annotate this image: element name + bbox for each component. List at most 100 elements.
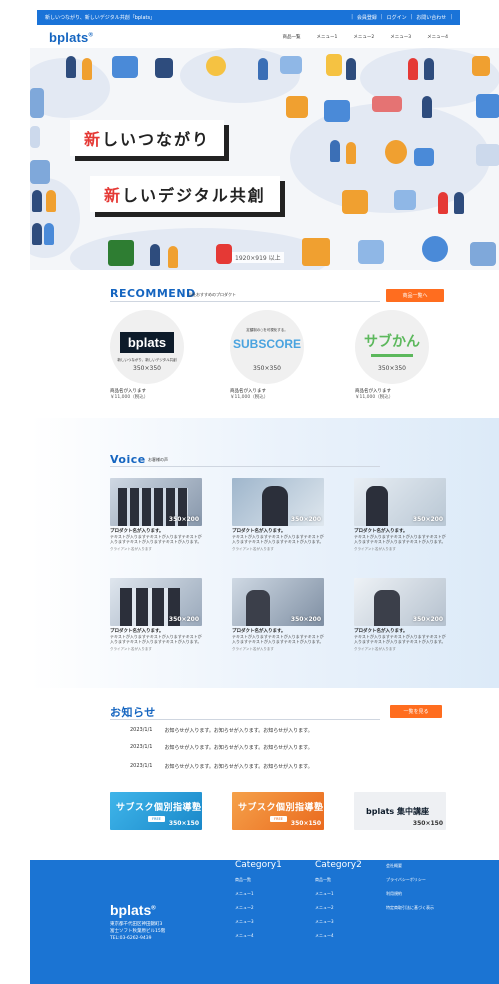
nav-menu: 商品一覧 メニュー1 メニュー2 メニュー3 メニュー4 — [283, 34, 449, 40]
footer-link-tokushoho[interactable]: 特定商取引法に基づく表示 — [386, 906, 434, 910]
top-bar-tagline: 新しいつながり、新しいデジタル共創「bplats」 — [45, 15, 156, 21]
footer-link[interactable]: メニュー3 — [315, 920, 334, 924]
footer-link[interactable]: メニュー1 — [315, 892, 334, 896]
top-bar-links: | 会員登録 | ログイン | お問い合わせ | — [351, 14, 452, 21]
voice-card[interactable]: 350×200 プロダクト名が入ります。 テキストが入りますテキストが入りますテ… — [354, 578, 446, 652]
chart-illustration — [476, 144, 499, 166]
businessman-image — [262, 486, 288, 526]
footer-link-company[interactable]: 会社概要 — [386, 864, 434, 868]
footer-link[interactable]: メニュー2 — [235, 906, 254, 910]
person-illustration — [155, 58, 173, 78]
news-list-button[interactable]: 一覧を見る — [390, 705, 442, 718]
footer-logo[interactable]: bplats® — [110, 902, 156, 918]
person-illustration — [32, 190, 42, 212]
voice-photo: 350×200 — [354, 578, 446, 626]
news-item[interactable]: 2023/1/1 お知らせが入ります。お知らせが入ります。お知らせが入ります。 — [130, 727, 313, 734]
banner-bplats-course[interactable]: bplats 集中講座 350×150 — [354, 792, 446, 830]
device-illustration — [30, 88, 44, 118]
news-date: 2023/1/1 — [130, 763, 153, 769]
nav-item-menu2[interactable]: メニュー2 — [353, 34, 374, 40]
register-link[interactable]: 会員登録 — [357, 14, 377, 21]
news-title: お知らせ — [110, 706, 156, 719]
divider — [110, 719, 380, 720]
banner-subscription-tutoring-orange[interactable]: サブスク個別指導塾 FREE 350×150 — [232, 792, 324, 830]
product-image: サブかん 350×350 — [355, 310, 429, 384]
footer-company-links: 会社概要 プライバシーポリシー 利用規約 特定商取引法に基づく表示 — [386, 864, 434, 920]
contact-link[interactable]: お問い合わせ — [416, 14, 446, 21]
voice-card[interactable]: 350×200 プロダクト名が入ります。 テキストが入りますテキストが入りますテ… — [354, 478, 446, 552]
voice-card[interactable]: 350×200 プロダクト名が入ります。 テキストが入りますテキストが入りますテ… — [110, 578, 202, 652]
voice-card[interactable]: 350×200 プロダクト名が入ります。 テキストが入りますテキストが入りますテ… — [232, 478, 324, 552]
footer-link[interactable]: メニュー2 — [315, 906, 334, 910]
person-illustration — [44, 223, 54, 245]
person-illustration — [46, 190, 56, 212]
chart-illustration — [324, 100, 350, 122]
voice-card[interactable]: 350×200 プロダクト名が入ります。 テキストが入りますテキストが入りますテ… — [110, 478, 202, 552]
footer-link[interactable]: メニュー4 — [315, 934, 334, 938]
product-card[interactable]: 定額制の○を可視化する。 SUBSCORE 350×350 商品名が入ります ￥… — [230, 310, 304, 400]
gift-illustration — [216, 244, 232, 264]
product-list-button[interactable]: 商品一覧へ — [386, 289, 444, 302]
person-illustration — [258, 58, 268, 80]
voice-card[interactable]: 350×200 プロダクト名が入ります。 テキストが入りますテキストが入りますテ… — [232, 578, 324, 652]
person-illustration — [346, 58, 356, 80]
person-illustration — [330, 140, 340, 162]
footer-link-privacy[interactable]: プライバシーポリシー — [386, 878, 434, 882]
product-logo-subkan: サブかん — [364, 334, 420, 350]
footer-link-terms[interactable]: 利用規約 — [386, 892, 434, 896]
pie-chart-illustration — [302, 238, 330, 266]
voice-subtitle: お客様の声 — [148, 457, 168, 462]
footer-category2-title: Category2 — [315, 860, 362, 870]
businessman-image — [366, 486, 388, 526]
news-item[interactable]: 2023/1/1 お知らせが入ります。お知らせが入ります。お知らせが入ります。 — [130, 763, 313, 770]
footer-link[interactable]: メニュー4 — [235, 934, 254, 938]
footer-address: 東京都千代田区神田錦町3 富士ソフト秋葉原ビル15階 TEL:03-6262-9… — [110, 922, 166, 941]
logo-underline — [371, 354, 413, 357]
hero-banner: 新しいつながり 新しいデジタル共創 — [30, 48, 499, 270]
site-logo[interactable]: bplats® — [49, 30, 93, 45]
product-card[interactable]: bplats 新しいつながり、新しいデジタル共創 350×350 商品名が入りま… — [110, 310, 184, 400]
news-text: お知らせが入ります。お知らせが入ります。お知らせが入ります。 — [164, 745, 313, 751]
news-text: お知らせが入ります。お知らせが入ります。お知らせが入ります。 — [164, 764, 313, 770]
voice-photo: 350×200 — [110, 478, 202, 526]
hero-headline-2: 新しいデジタル共創 — [90, 176, 280, 212]
nav-item-menu4[interactable]: メニュー4 — [427, 34, 448, 40]
voice-photo: 350×200 — [232, 478, 324, 526]
person-illustration — [424, 58, 434, 80]
product-logo-bplats: bplats — [119, 331, 175, 353]
magnifier-illustration — [422, 236, 448, 262]
footer-link[interactable]: メニュー1 — [235, 892, 254, 896]
product-price: ￥11,000（税込） — [110, 395, 149, 400]
person-illustration — [150, 244, 160, 266]
divider — [110, 466, 380, 467]
banner-subscription-tutoring[interactable]: サブスク個別指導塾 FREE 350×150 — [110, 792, 202, 830]
nav-item-products[interactable]: 商品一覧 — [283, 34, 301, 40]
news-date: 2023/1/1 — [130, 744, 153, 750]
news-item[interactable]: 2023/1/1 お知らせが入ります。お知らせが入ります。お知らせが入ります。 — [130, 744, 313, 751]
footer-link[interactable]: 商品一覧 — [315, 878, 334, 882]
voice-photo: 350×200 — [232, 578, 324, 626]
product-card[interactable]: サブかん 350×350 商品名が入ります ￥11,000（税込） — [355, 310, 429, 400]
person-illustration — [82, 58, 92, 80]
person-illustration — [408, 58, 418, 80]
lock-illustration — [286, 96, 308, 118]
person-illustration — [422, 96, 432, 118]
person-illustration — [454, 192, 464, 214]
device-illustration — [394, 190, 416, 210]
login-link[interactable]: ログイン — [387, 14, 407, 21]
footer-link[interactable]: メニュー3 — [235, 920, 254, 924]
nav-item-menu3[interactable]: メニュー3 — [390, 34, 411, 40]
recommend-subtitle: 当社おすすめのプロダクト — [188, 292, 236, 297]
device-illustration — [280, 56, 302, 74]
page: 新しいつながり、新しいデジタル共創「bplats」 | 会員登録 | ログイン … — [0, 0, 499, 984]
news-date: 2023/1/1 — [130, 727, 153, 733]
person-illustration — [346, 142, 356, 164]
nav-item-menu1[interactable]: メニュー1 — [317, 34, 338, 40]
footer-link[interactable]: 商品一覧 — [235, 878, 254, 882]
footer-category2-list: 商品一覧 メニュー1 メニュー2 メニュー3 メニュー4 — [315, 878, 334, 948]
meeting-image — [374, 590, 400, 626]
person-illustration — [32, 223, 42, 245]
product-price: ￥11,000（税込） — [230, 395, 269, 400]
divider — [110, 301, 380, 302]
tree-illustration — [108, 240, 134, 266]
